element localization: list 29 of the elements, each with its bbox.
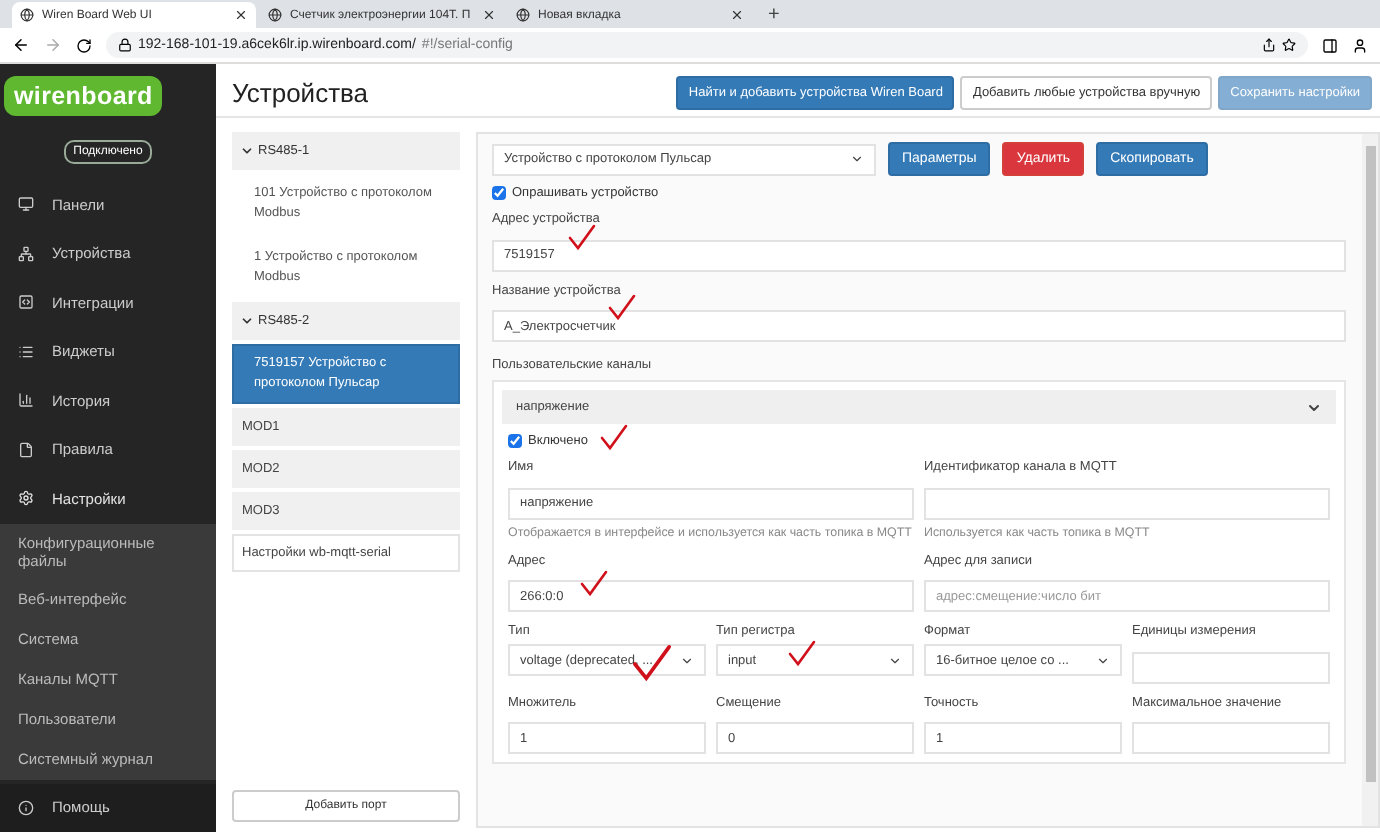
close-icon[interactable] bbox=[482, 8, 496, 22]
back-icon[interactable] bbox=[12, 36, 30, 54]
chevron-down-icon bbox=[1306, 399, 1322, 415]
close-icon[interactable] bbox=[234, 8, 248, 22]
profile-icon[interactable] bbox=[1352, 37, 1368, 53]
checkbox[interactable] bbox=[508, 434, 522, 448]
logo: wirenboard bbox=[4, 76, 163, 116]
chevron-down-icon bbox=[888, 653, 902, 667]
globe-icon bbox=[268, 8, 282, 22]
text-field[interactable] bbox=[924, 487, 1330, 519]
star-icon[interactable] bbox=[1282, 38, 1296, 52]
globe-icon bbox=[20, 8, 34, 22]
text-field[interactable] bbox=[1132, 651, 1330, 683]
text-field[interactable] bbox=[1132, 722, 1330, 754]
chevron-down-icon bbox=[1096, 653, 1110, 667]
globe-icon bbox=[516, 8, 530, 22]
side-panel-icon[interactable] bbox=[1322, 37, 1338, 53]
reload-icon[interactable] bbox=[76, 37, 92, 53]
share-icon[interactable] bbox=[1262, 38, 1276, 52]
close-icon[interactable] bbox=[730, 8, 744, 22]
chevron-down-icon bbox=[240, 144, 254, 158]
lock-icon bbox=[118, 38, 132, 52]
chevron-down-icon bbox=[240, 314, 254, 328]
chevron-down-icon bbox=[680, 653, 694, 667]
new-tab-button[interactable]: + bbox=[756, 4, 792, 28]
info-icon bbox=[18, 799, 34, 816]
page-title: Устройства bbox=[232, 77, 371, 107]
checkbox[interactable] bbox=[492, 186, 506, 200]
chevron-down-icon bbox=[850, 152, 864, 166]
